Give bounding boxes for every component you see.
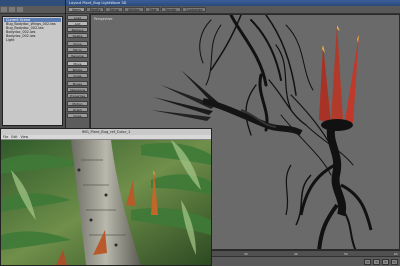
tab-render[interactable]: Render [161,7,181,12]
prev-frame-button[interactable]: < [373,258,380,265]
tab-view[interactable]: View [144,7,161,12]
skelegons-button[interactable]: Skelegons [67,87,88,92]
screen: Current Scene Bug_Bodydoc_Wings_002.lws Bu… [0,0,400,266]
claw-arm [151,70,303,136]
scene-item-list: Current Scene Bug_Bodydoc_Wings_002.lws Bu… [2,16,63,126]
menu-edit[interactable]: Edit [11,135,17,139]
tab-setup[interactable]: Setup [105,7,123,12]
bones-button[interactable]: Bones [67,81,88,86]
tab-items[interactable]: Items [68,7,85,12]
properties-button[interactable]: Properties [67,93,88,98]
move-button[interactable]: Move [67,61,88,66]
scene-list-item[interactable]: Light [4,38,61,42]
plant-roots [199,15,354,176]
load-button[interactable]: Load [67,15,88,20]
clone-button[interactable]: Clone [67,41,88,46]
tab-modify[interactable]: Modify [85,7,105,12]
last-frame-button[interactable]: >| [391,258,398,265]
delete-button[interactable]: Delete [67,33,88,38]
motion-button[interactable]: Motion [67,101,88,106]
reference-photo-window: IMG_Plant_Bug_ref_Color_1 File Edit View [0,128,212,266]
menu-file[interactable]: File [3,135,8,139]
add-button[interactable]: Add [67,21,88,26]
scene-tool-icon[interactable] [17,7,23,12]
tab-utilities[interactable]: Utilities [123,7,144,12]
scene-tool-icon[interactable] [9,7,15,12]
reference-photo [1,140,211,265]
layout-tab-bar: Items Modify Setup Utilities View Render Custo… [66,6,400,14]
scene-tool-icon[interactable] [1,7,7,12]
viewport-label: Perspective [94,17,113,21]
graph-button[interactable]: Graph [67,107,88,112]
scene-editor-tools [0,6,65,14]
spike-stalk [285,25,373,249]
dope-button[interactable]: Dope [67,113,88,118]
rotate-button[interactable]: Rotate [67,67,88,72]
mirror-button[interactable]: Mirror [67,47,88,52]
first-frame-button[interactable]: |< [364,258,371,265]
scene-editor-panel: Current Scene Bug_Bodydoc_Wings_002.lws Bu… [0,0,66,128]
tab-customize[interactable]: Customize [181,7,207,12]
rename-button[interactable]: Rename [67,53,88,58]
scale-button[interactable]: Scale [67,73,88,78]
plant-photo [1,140,211,265]
replace-button[interactable]: Replace [67,27,88,32]
next-frame-button[interactable]: > [382,258,389,265]
menu-view[interactable]: View [21,135,29,139]
